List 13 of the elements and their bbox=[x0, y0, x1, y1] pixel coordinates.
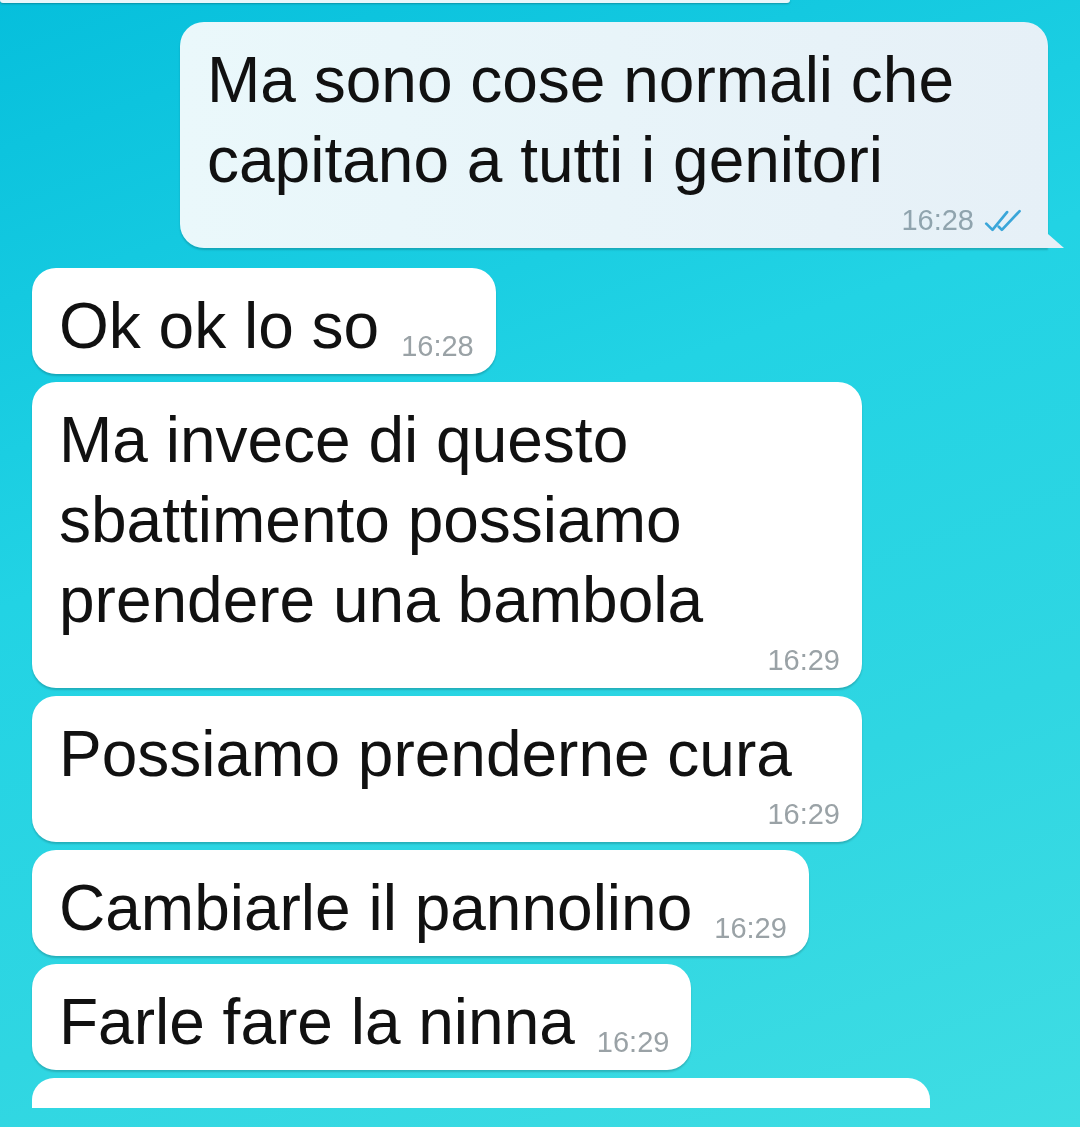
message-time: 16:29 bbox=[767, 797, 840, 832]
bubble-tail bbox=[1048, 234, 1064, 248]
message-text: Farle fare la ninna bbox=[59, 985, 575, 1060]
message-time: 16:29 bbox=[596, 1025, 670, 1060]
message-text: Possiamo prenderne cura bbox=[59, 717, 792, 792]
message-text: Cambiarle il pannolino bbox=[59, 871, 693, 946]
message-text: Ma invece di questo sbattimento possiamo prendere una bambola bbox=[59, 403, 705, 638]
message-text: Ma sono cose normali che capitano a tutti i genitori bbox=[207, 43, 956, 198]
message-time: 16:29 bbox=[767, 643, 840, 678]
message-text: Ok ok lo so bbox=[59, 289, 380, 364]
message-time: 16:29 bbox=[714, 911, 787, 946]
message-time: 16:28 bbox=[401, 329, 474, 364]
message-time: 16:28 bbox=[901, 203, 974, 238]
